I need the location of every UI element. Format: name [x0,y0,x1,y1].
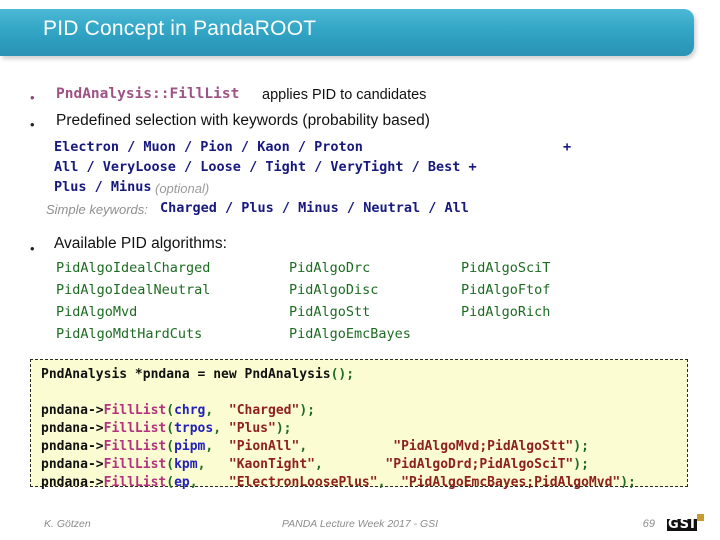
code-paren: (); [330,367,355,382]
algo-item: PidAlgoMdtHardCuts [56,326,203,342]
code-line-2: pndana->FillList(chrg, "Charged"); [41,404,315,417]
code-object: pndana-> [41,421,104,436]
code-separator: , [197,457,229,472]
keyword-line-charge: Plus / Minus [54,179,152,195]
code-string-2: "PidAlgoEmcBayes;PidAlgoMvd" [401,475,621,490]
code-variable: kpm [174,457,198,472]
code-separator-2: , [299,439,394,454]
code-function: FillList [103,403,167,418]
gsi-logo: GSI [667,512,711,534]
code-string-2: "PidAlgoDrd;PidAlgoSciT" [385,457,574,472]
code-function: FillList [103,475,167,490]
algo-item: PidAlgoIdealCharged [56,260,211,276]
code-line-1: PndAnalysis *pndana = new PndAnalysis(); [41,368,354,381]
code-paren-close: ); [620,475,636,490]
code-string: "Charged" [228,403,300,418]
bullet-1-code-label: PndAnalysis::FillList [56,86,240,102]
code-type: PndAnalysis [41,367,128,382]
code-string: "ElectronLoosePlus" [228,475,378,490]
code-separator-2: , [377,475,402,490]
code-separator-2: , [314,457,386,472]
bullet-3-text: Available PID algorithms: [54,235,227,252]
algo-item: PidAlgoMvd [56,304,138,320]
code-separator: , [213,421,229,436]
footer-event: PANDA Lecture Week 2017 - GSI [281,518,439,530]
footer-page-number: 69 [642,518,655,530]
code-paren-open: ( [166,475,175,490]
code-variable: pipm [174,439,206,454]
keyword-plus-1: + [563,139,572,155]
keyword-line-tightness: All / VeryLoose / Loose / Tight / VeryTi… [54,159,477,175]
bullet-2-text: Predefined selection with keywords (prob… [56,112,430,129]
code-paren-open: ( [166,457,175,472]
code-separator: , [189,475,229,490]
page-title: PID Concept in PandaROOT [43,17,317,40]
code-paren-open: ( [166,439,175,454]
bullet-marker-1: • [30,90,35,105]
code-paren-close: ); [275,421,292,436]
code-variable: chrg [174,403,206,418]
algo-item: PidAlgoFtof [461,282,551,298]
algo-item: PidAlgoEmcBayes [289,326,411,342]
code-object: pndana-> [41,475,104,490]
algo-item: PidAlgoIdealNeutral [56,282,211,298]
code-line-5: pndana->FillList(kpm, "KaonTight", "PidA… [41,458,589,471]
code-object: pndana-> [41,457,104,472]
code-object: pndana-> [41,439,104,454]
gsi-logo-accent-square [697,514,704,521]
code-line-4: pndana->FillList(pipm, "PionAll", "PidAl… [41,440,589,453]
code-line-3: pndana->FillList(trpos, "Plus"); [41,422,292,435]
code-line-6: pndana->FillList(ep, "ElectronLoosePlus"… [41,476,636,489]
code-separator: , [205,403,229,418]
code-string: "PionAll" [228,439,300,454]
code-paren-open: ( [166,421,175,436]
keyword-optional-note: (optional) [155,181,210,196]
code-new-keyword: new [213,367,237,382]
algo-item: PidAlgoDrc [289,260,371,276]
code-paren-open: ( [166,403,175,418]
code-ptr-decl: *pndana = [127,367,214,382]
code-object: pndana-> [41,403,104,418]
code-function: FillList [103,439,167,454]
simple-keywords-label: Simple keywords: [46,202,148,217]
bullet-marker-2: • [30,117,35,132]
code-string: "Plus" [228,421,276,436]
code-function: FillList [103,457,167,472]
code-string: "KaonTight" [228,457,315,472]
code-separator: , [205,439,229,454]
algo-item: PidAlgoRich [461,304,551,320]
keyword-line-simple: Charged / Plus / Minus / Neutral / All [160,200,469,216]
algo-item: PidAlgoSciT [461,260,551,276]
bullet-marker-3: • [30,241,35,256]
code-string-2: "PidAlgoMvd;PidAlgoStt" [393,439,574,454]
code-paren-close: ); [573,439,589,454]
code-variable: trpos [174,421,214,436]
code-paren-close: ); [299,403,315,418]
keyword-line-particles: Electron / Muon / Pion / Kaon / Proton [54,139,363,155]
bullet-1-text: applies PID to candidates [262,87,427,103]
code-paren-close: ); [573,457,589,472]
code-function: FillList [103,421,167,436]
code-ctor: PndAnalysis [236,367,331,382]
algo-item: PidAlgoDisc [289,282,379,298]
gsi-logo-text: GSI [667,517,697,532]
code-variable: ep [174,475,190,490]
algo-item: PidAlgoStt [289,304,371,320]
